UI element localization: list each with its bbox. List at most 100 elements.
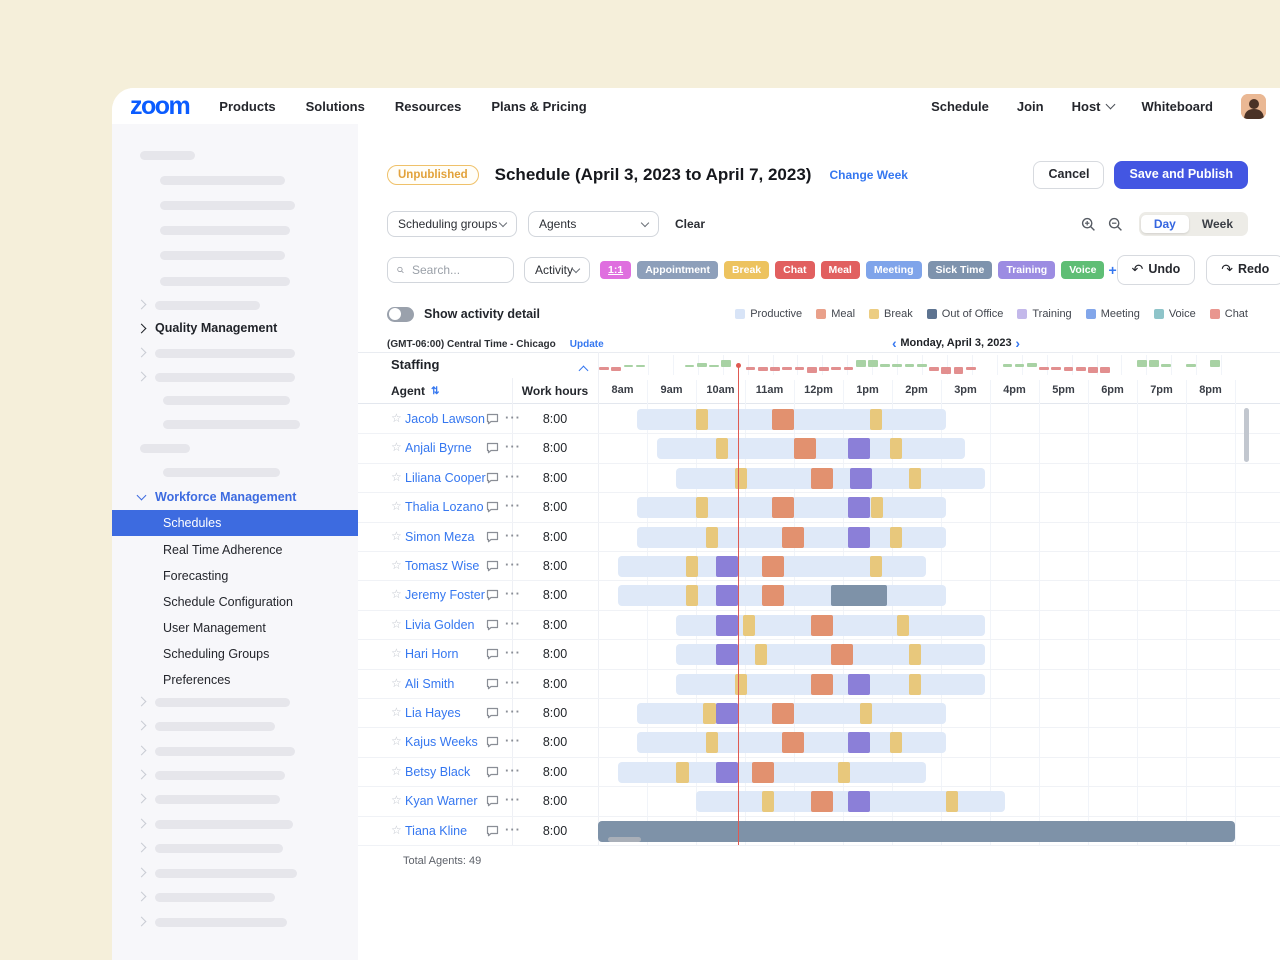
agent-name-link[interactable]: Tiana Kline — [405, 825, 467, 838]
activity-block-training[interactable] — [848, 674, 870, 695]
activity-block-break[interactable] — [946, 791, 958, 812]
activity-block-break[interactable] — [755, 644, 767, 665]
favorite-star-icon[interactable]: ☆ — [391, 794, 402, 806]
nav-products[interactable]: Products — [219, 99, 275, 114]
chat-bubble-icon[interactable] — [486, 707, 499, 719]
sidebar-item-schedules[interactable]: Schedules — [112, 510, 358, 536]
chat-bubble-icon[interactable] — [486, 589, 499, 601]
agent-name-link[interactable]: Tomasz Wise — [405, 560, 479, 573]
activity-block-training[interactable] — [716, 703, 738, 724]
chat-bubble-icon[interactable] — [486, 531, 499, 543]
activity-block-training[interactable] — [716, 585, 738, 606]
activity-block-break[interactable] — [870, 556, 882, 577]
activity-block-meal[interactable] — [762, 585, 784, 606]
horizontal-scrollbar[interactable] — [608, 837, 641, 842]
agent-name-link[interactable]: Ali Smith — [405, 678, 454, 691]
search-input[interactable] — [410, 262, 504, 278]
agent-name-link[interactable]: Jacob Lawson — [405, 413, 485, 426]
chat-bubble-icon[interactable] — [486, 795, 499, 807]
chat-bubble-icon[interactable] — [486, 413, 499, 425]
activity-block-training[interactable] — [848, 497, 870, 518]
agent-name-link[interactable]: Liliana Cooper — [405, 472, 486, 485]
chat-bubble-icon[interactable] — [486, 619, 499, 631]
vertical-scrollbar[interactable] — [1244, 408, 1249, 462]
next-day-arrow[interactable]: › — [1015, 336, 1020, 350]
nav-whiteboard[interactable]: Whiteboard — [1142, 99, 1214, 114]
activity-block-meal[interactable] — [811, 468, 833, 489]
timezone-update-link[interactable]: Update — [570, 339, 604, 350]
chat-bubble-icon[interactable] — [486, 678, 499, 690]
chat-bubble-icon[interactable] — [486, 825, 499, 837]
activity-block-break[interactable] — [706, 732, 718, 753]
nav-resources[interactable]: Resources — [395, 99, 461, 114]
agent-name-link[interactable]: Lia Hayes — [405, 707, 461, 720]
activity-block-meal[interactable] — [811, 791, 833, 812]
activity-block-break[interactable] — [696, 497, 708, 518]
activity-block-break[interactable] — [871, 497, 883, 518]
activity-block-meal[interactable] — [782, 732, 804, 753]
activity-block-meal[interactable] — [772, 409, 794, 430]
sidebar-item-real-time-adherence[interactable]: Real Time Adherence — [112, 537, 358, 563]
agent-name-link[interactable]: Kyan Warner — [405, 795, 477, 808]
activity-block-break[interactable] — [676, 762, 688, 783]
favorite-star-icon[interactable]: ☆ — [391, 647, 402, 659]
nav-join[interactable]: Join — [1017, 99, 1044, 114]
activity-block-break[interactable] — [743, 615, 755, 636]
favorite-star-icon[interactable]: ☆ — [391, 824, 402, 836]
activity-chip-appointment[interactable]: Appointment — [637, 261, 718, 280]
activity-block-break[interactable] — [909, 674, 921, 695]
activity-block-break[interactable] — [735, 674, 747, 695]
activity-block-meal[interactable] — [782, 527, 804, 548]
activity-block-training[interactable] — [716, 615, 738, 636]
activity-chip-break[interactable]: Break — [724, 261, 769, 280]
staffing-collapse-icon[interactable] — [580, 361, 587, 379]
agent-name-link[interactable]: Jeremy Foster — [405, 589, 485, 602]
clear-filters-button[interactable]: Clear — [675, 217, 705, 231]
sort-icon[interactable]: ⇅ — [431, 386, 439, 397]
activity-block-out-of-office[interactable] — [831, 585, 887, 606]
agent-name-link[interactable]: Simon Meza — [405, 531, 474, 544]
activity-block-training[interactable] — [848, 527, 870, 548]
activity-chip-meeting[interactable]: Meeting — [866, 261, 922, 280]
favorite-star-icon[interactable]: ☆ — [391, 618, 402, 630]
agent-name-link[interactable]: Kajus Weeks — [405, 736, 478, 749]
agent-name-link[interactable]: Livia Golden — [405, 619, 475, 632]
scheduling-groups-select[interactable]: Scheduling groups — [387, 211, 517, 237]
sidebar-item-quality-management[interactable]: Quality Management — [138, 321, 277, 335]
week-view-option[interactable]: Week — [1189, 215, 1246, 233]
favorite-star-icon[interactable]: ☆ — [391, 706, 402, 718]
save-and-publish-button[interactable]: Save and Publish — [1114, 161, 1248, 189]
day-view-option[interactable]: Day — [1141, 215, 1189, 233]
user-avatar[interactable] — [1241, 94, 1266, 119]
zoom-in-icon[interactable] — [1080, 215, 1098, 233]
activity-chip-sick-time[interactable]: Sick Time — [928, 261, 993, 280]
activity-block-training[interactable] — [716, 556, 738, 577]
activity-block-break[interactable] — [762, 791, 774, 812]
activity-block-meal[interactable] — [831, 644, 853, 665]
agent-name-link[interactable]: Thalia Lozano — [405, 501, 484, 514]
favorite-star-icon[interactable]: ☆ — [391, 530, 402, 542]
activity-block-break[interactable] — [870, 409, 882, 430]
favorite-star-icon[interactable]: ☆ — [391, 735, 402, 747]
activity-block-training[interactable] — [848, 791, 870, 812]
activity-block-meal[interactable] — [794, 438, 816, 459]
nav-plans-pricing[interactable]: Plans & Pricing — [491, 99, 586, 114]
activity-block-break[interactable] — [706, 527, 718, 548]
add-activity-button[interactable]: + — [1108, 262, 1116, 278]
activity-block-break[interactable] — [897, 615, 909, 636]
activity-block-break[interactable] — [909, 644, 921, 665]
activity-block-meal[interactable] — [811, 615, 833, 636]
activity-block-training[interactable] — [850, 468, 872, 489]
activity-block-break[interactable] — [890, 438, 902, 459]
nav-schedule[interactable]: Schedule — [931, 99, 989, 114]
sidebar-item-user-management[interactable]: User Management — [112, 615, 358, 641]
activity-block-break[interactable] — [890, 732, 902, 753]
agent-name-link[interactable]: Betsy Black — [405, 766, 470, 779]
favorite-star-icon[interactable]: ☆ — [391, 588, 402, 600]
activity-block-training[interactable] — [848, 438, 870, 459]
activity-block-meal[interactable] — [752, 762, 774, 783]
favorite-star-icon[interactable]: ☆ — [391, 441, 402, 453]
redo-button[interactable]: ↷Redo — [1206, 255, 1280, 284]
activity-chip-1-1[interactable]: 1:1 — [600, 261, 631, 280]
activity-block-meal[interactable] — [772, 497, 794, 518]
